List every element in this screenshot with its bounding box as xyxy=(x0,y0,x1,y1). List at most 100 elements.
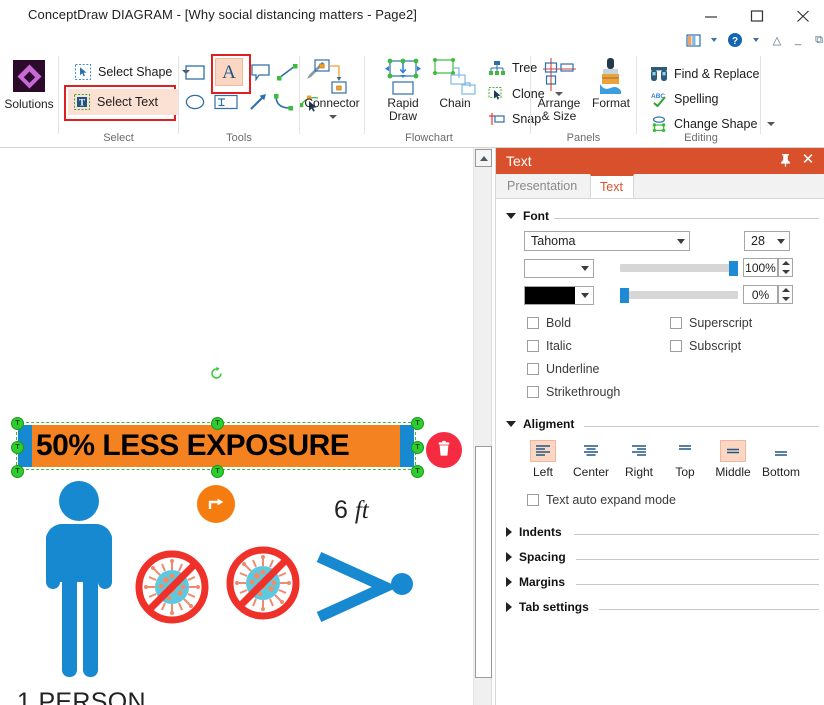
selection-handle-n[interactable] xyxy=(211,417,224,430)
format-label[interactable]: Format xyxy=(587,97,635,110)
spacing-section-header[interactable]: Spacing xyxy=(506,549,566,565)
connector-action-button[interactable] xyxy=(197,485,235,523)
delete-shape-button[interactable] xyxy=(426,432,462,468)
selection-handle-nw[interactable] xyxy=(11,417,24,430)
subscript-checkbox-row[interactable]: Subscript xyxy=(670,339,741,353)
help-icon[interactable]: ? xyxy=(726,31,744,49)
person-icon[interactable] xyxy=(40,481,118,679)
opacity-slider-thumb[interactable] xyxy=(729,261,738,276)
callout-tool-button[interactable] xyxy=(247,59,275,85)
chevron-right-icon[interactable] xyxy=(506,527,512,537)
solutions-icon[interactable] xyxy=(13,60,45,92)
chain-label[interactable]: Chain xyxy=(425,97,485,110)
font-size-combo[interactable]: 28 xyxy=(744,231,790,251)
arc-tool-button[interactable] xyxy=(270,89,298,115)
scroll-up-button[interactable] xyxy=(475,149,492,167)
align-left-button[interactable]: Left xyxy=(517,440,569,479)
bold-checkbox-row[interactable]: Bold xyxy=(527,316,571,330)
rotate-handle-icon[interactable] xyxy=(209,366,224,381)
arrow-tool-button[interactable] xyxy=(244,89,272,115)
solutions-label[interactable]: Solutions xyxy=(0,97,58,111)
transparency-slider[interactable] xyxy=(620,288,738,303)
font-color-combo[interactable] xyxy=(524,286,594,305)
chevron-right-icon[interactable] xyxy=(506,577,512,587)
superscript-checkbox-row[interactable]: Superscript xyxy=(670,316,752,330)
collapse-ribbon-icon[interactable]: △ xyxy=(768,31,786,49)
person-label[interactable]: 1 PERSON xyxy=(17,688,146,705)
find-replace-button[interactable]: Find & Replace xyxy=(645,61,764,87)
window-maximize-button[interactable] xyxy=(734,0,780,32)
layers-dropdown-icon[interactable] xyxy=(705,31,723,49)
distance-label[interactable]: 6 ft xyxy=(334,496,369,525)
align-bottom-button[interactable]: Bottom xyxy=(755,440,807,479)
canvas-area[interactable]: 50% LESS EXPOSURE T T T T T T T T 1 PERS… xyxy=(0,148,473,705)
tab-presentation[interactable]: Presentation xyxy=(498,174,590,198)
ellipse-tool-button[interactable] xyxy=(181,89,209,115)
spinner-up-icon[interactable] xyxy=(779,259,792,268)
panel-close-icon[interactable]: ✕ xyxy=(800,151,816,167)
selection-handle-ne[interactable] xyxy=(411,417,424,430)
superscript-checkbox[interactable] xyxy=(670,317,682,329)
auto-expand-checkbox[interactable] xyxy=(527,494,539,506)
strikethrough-checkbox[interactable] xyxy=(527,386,539,398)
selection-handle-w[interactable] xyxy=(11,441,24,454)
indents-section-header[interactable]: Indents xyxy=(506,524,562,540)
arrange-size-label[interactable]: Arrange & Size xyxy=(531,97,587,123)
connector-dropdown-icon[interactable] xyxy=(329,115,337,119)
opacity-slider[interactable] xyxy=(620,261,738,276)
spinner-up-icon[interactable] xyxy=(779,286,792,295)
spinner-down-icon[interactable] xyxy=(779,268,792,277)
window-minimize-button[interactable] xyxy=(688,0,734,32)
canvas-vertical-scrollbar[interactable] xyxy=(473,148,492,705)
selection-handle-sw[interactable] xyxy=(11,465,24,478)
window-close-button[interactable] xyxy=(780,0,824,32)
diagram-page[interactable]: 50% LESS EXPOSURE T T T T T T T T 1 PERS… xyxy=(0,148,473,705)
opacity-field[interactable]: 100% xyxy=(743,258,778,277)
underline-checkbox[interactable] xyxy=(527,363,539,375)
align-right-button[interactable]: Right xyxy=(613,440,665,479)
bold-checkbox[interactable] xyxy=(527,317,539,329)
spinner-down-icon[interactable] xyxy=(779,295,792,304)
auto-expand-checkbox-row[interactable]: Text auto expand mode xyxy=(527,493,676,507)
transparency-slider-thumb[interactable] xyxy=(620,288,629,303)
opacity-spinner[interactable] xyxy=(778,258,793,277)
virus-blocked-icon[interactable] xyxy=(224,544,302,622)
spelling-button[interactable]: ABC Spelling xyxy=(645,86,723,112)
selection-handle-s[interactable] xyxy=(211,465,224,478)
arrange-size-icon[interactable] xyxy=(542,57,582,98)
line-tool-button[interactable] xyxy=(274,59,302,85)
rapid-draw-icon[interactable] xyxy=(379,57,427,100)
italic-checkbox[interactable] xyxy=(527,340,539,352)
chevron-down-icon[interactable] xyxy=(506,213,516,219)
italic-checkbox-row[interactable]: Italic xyxy=(527,339,572,353)
restore-document-icon[interactable]: ⧉ xyxy=(810,31,824,49)
font-section-header[interactable]: Font xyxy=(506,208,549,224)
help-dropdown-icon[interactable] xyxy=(747,31,765,49)
scrollbar-thumb[interactable] xyxy=(475,446,492,678)
connector-icon[interactable] xyxy=(314,57,352,100)
font-style-combo[interactable] xyxy=(524,259,594,278)
distance-endpoint-dot[interactable] xyxy=(391,573,413,595)
virus-blocked-icon[interactable] xyxy=(133,548,211,626)
tab-settings-section-header[interactable]: Tab settings xyxy=(506,599,589,615)
minimize-document-icon[interactable]: _ xyxy=(789,31,807,49)
select-text-button[interactable]: T Select Text xyxy=(68,89,178,115)
chevron-down-icon[interactable] xyxy=(577,287,593,304)
transparency-field[interactable]: 0% xyxy=(743,285,778,304)
chevron-right-icon[interactable] xyxy=(506,602,512,612)
tab-text[interactable]: Text xyxy=(590,174,634,198)
chevron-down-icon[interactable] xyxy=(506,421,516,427)
selection-handle-se[interactable] xyxy=(411,465,424,478)
chevron-down-icon[interactable] xyxy=(577,266,593,271)
chevron-right-icon[interactable] xyxy=(506,552,512,562)
subscript-checkbox[interactable] xyxy=(670,340,682,352)
connector-label[interactable]: Connector xyxy=(300,97,364,110)
text-block-tool-button[interactable] xyxy=(212,89,240,115)
align-middle-button[interactable]: Middle xyxy=(707,440,759,479)
rectangle-tool-button[interactable] xyxy=(181,59,209,85)
underline-checkbox-row[interactable]: Underline xyxy=(527,362,600,376)
align-top-button[interactable]: Top xyxy=(659,440,711,479)
selection-handle-e[interactable] xyxy=(411,441,424,454)
font-family-combo[interactable]: Tahoma xyxy=(524,231,690,251)
select-shape-button[interactable]: Select Shape xyxy=(69,59,195,85)
